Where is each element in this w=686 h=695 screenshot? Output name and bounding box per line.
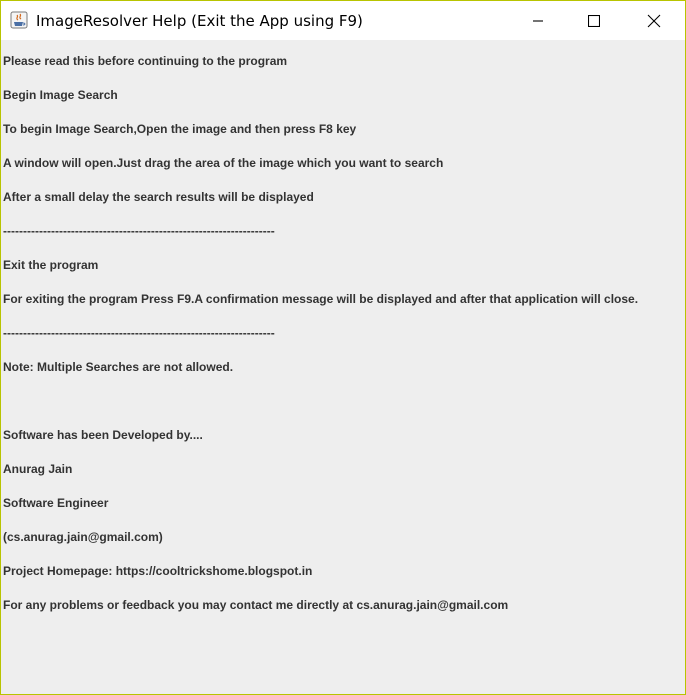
window-title: ImageResolver Help (Exit the App using F… xyxy=(36,12,363,30)
developer-role: Software Engineer xyxy=(3,496,109,510)
section-heading-exit: Exit the program xyxy=(3,258,99,272)
developer-name: Anurag Jain xyxy=(3,462,73,476)
close-button[interactable] xyxy=(631,1,677,40)
section-heading-search: Begin Image Search xyxy=(3,88,118,102)
minimize-icon xyxy=(533,19,543,22)
separator-line: ----------------------------------------… xyxy=(3,326,275,340)
intro-line: Please read this before continuing to th… xyxy=(3,54,288,68)
instruction-line: A window will open.Just drag the area of… xyxy=(3,156,444,170)
java-app-icon xyxy=(10,11,28,29)
instruction-line: For exiting the program Press F9.A confi… xyxy=(3,292,639,306)
contact-line: For any problems or feedback you may con… xyxy=(3,598,509,612)
minimize-button[interactable] xyxy=(515,1,561,40)
developer-email: (cs.anurag.jain@gmail.com) xyxy=(3,530,163,544)
maximize-icon xyxy=(588,14,600,27)
help-window: ImageResolver Help (Exit the App using F… xyxy=(0,0,686,695)
instruction-line: To begin Image Search,Open the image and… xyxy=(3,122,357,136)
maximize-button[interactable] xyxy=(571,1,617,40)
developer-heading: Software has been Developed by.... xyxy=(3,428,203,442)
title-bar[interactable]: ImageResolver Help (Exit the App using F… xyxy=(1,1,685,40)
instruction-line: After a small delay the search results w… xyxy=(3,190,314,204)
note-line: Note: Multiple Searches are not allowed. xyxy=(3,360,234,374)
project-homepage: Project Homepage: https://cooltrickshome… xyxy=(3,564,313,578)
help-text-area: Please read this before continuing to th… xyxy=(1,40,685,694)
close-icon xyxy=(647,14,661,27)
separator-line: ----------------------------------------… xyxy=(3,224,275,238)
